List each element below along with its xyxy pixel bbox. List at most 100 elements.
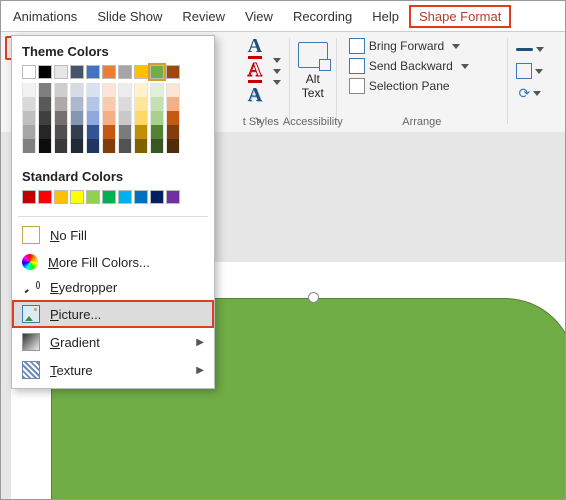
color-swatch[interactable] bbox=[166, 139, 180, 153]
color-swatch[interactable] bbox=[166, 125, 180, 139]
color-swatch[interactable] bbox=[134, 65, 148, 79]
color-swatch[interactable] bbox=[102, 97, 116, 111]
color-swatch[interactable] bbox=[118, 97, 132, 111]
color-swatch[interactable] bbox=[150, 111, 164, 125]
color-swatch[interactable] bbox=[70, 125, 84, 139]
dialog-launcher-icon[interactable]: ↘ bbox=[254, 115, 262, 126]
color-swatch[interactable] bbox=[118, 83, 132, 97]
eyedropper-item[interactable]: Eyedropper bbox=[12, 275, 214, 300]
tab-animations[interactable]: Animations bbox=[3, 5, 87, 28]
chevron-down-icon[interactable] bbox=[273, 58, 281, 63]
color-swatch[interactable] bbox=[150, 125, 164, 139]
color-swatch[interactable] bbox=[118, 190, 132, 204]
color-swatch[interactable] bbox=[70, 97, 84, 111]
color-swatch[interactable] bbox=[38, 83, 52, 97]
color-swatch[interactable] bbox=[134, 83, 148, 97]
color-swatch[interactable] bbox=[134, 190, 148, 204]
color-swatch[interactable] bbox=[22, 190, 36, 204]
color-swatch[interactable] bbox=[150, 83, 164, 97]
color-swatch[interactable] bbox=[102, 83, 116, 97]
color-swatch[interactable] bbox=[166, 190, 180, 204]
color-swatch[interactable] bbox=[54, 97, 68, 111]
color-swatch[interactable] bbox=[54, 65, 68, 79]
color-swatch[interactable] bbox=[102, 65, 116, 79]
tab-shape-format[interactable]: Shape Format bbox=[409, 5, 511, 28]
color-swatch[interactable] bbox=[134, 97, 148, 111]
align-button[interactable] bbox=[516, 38, 544, 60]
color-swatch[interactable] bbox=[150, 139, 164, 153]
color-swatch[interactable] bbox=[38, 65, 52, 79]
color-swatch[interactable] bbox=[102, 190, 116, 204]
color-swatch[interactable] bbox=[38, 190, 52, 204]
color-swatch[interactable] bbox=[22, 97, 36, 111]
color-swatch[interactable] bbox=[54, 83, 68, 97]
selection-pane-button[interactable]: Selection Pane bbox=[345, 76, 454, 96]
color-swatch[interactable] bbox=[22, 65, 36, 79]
color-swatch[interactable] bbox=[38, 139, 52, 153]
color-swatch[interactable] bbox=[150, 65, 164, 79]
color-swatch[interactable] bbox=[54, 125, 68, 139]
color-swatch[interactable] bbox=[86, 139, 100, 153]
texture-item[interactable]: Texture ▶ bbox=[12, 356, 214, 384]
no-fill-item[interactable]: No Fill bbox=[12, 221, 214, 249]
color-swatch[interactable] bbox=[70, 111, 84, 125]
color-swatch[interactable] bbox=[134, 111, 148, 125]
text-effects-button[interactable]: A bbox=[241, 84, 269, 106]
color-swatch[interactable] bbox=[102, 111, 116, 125]
more-fill-colors-item[interactable]: More Fill Colors... bbox=[12, 249, 214, 275]
bring-forward-button[interactable]: Bring Forward bbox=[345, 36, 464, 56]
color-swatch[interactable] bbox=[22, 83, 36, 97]
color-swatch[interactable] bbox=[86, 97, 100, 111]
tab-review[interactable]: Review bbox=[172, 5, 235, 28]
color-swatch[interactable] bbox=[134, 139, 148, 153]
chevron-down-icon[interactable] bbox=[273, 69, 281, 74]
color-swatch[interactable] bbox=[86, 190, 100, 204]
color-swatch[interactable] bbox=[150, 97, 164, 111]
picture-menu-item[interactable]: Picture... bbox=[12, 300, 214, 328]
color-swatch[interactable] bbox=[118, 65, 132, 79]
color-swatch[interactable] bbox=[54, 111, 68, 125]
tab-slide-show[interactable]: Slide Show bbox=[87, 5, 172, 28]
rotate-button[interactable]: ⟳ bbox=[516, 82, 544, 104]
color-swatch[interactable] bbox=[166, 65, 180, 79]
tab-recording[interactable]: Recording bbox=[283, 5, 362, 28]
group-button[interactable] bbox=[516, 60, 544, 82]
color-swatch[interactable] bbox=[38, 125, 52, 139]
tab-help[interactable]: Help bbox=[362, 5, 409, 28]
color-swatch[interactable] bbox=[118, 125, 132, 139]
color-swatch[interactable] bbox=[118, 139, 132, 153]
send-backward-button[interactable]: Send Backward bbox=[345, 56, 473, 76]
color-swatch[interactable] bbox=[86, 65, 100, 79]
gradient-item[interactable]: Gradient ▶ bbox=[12, 328, 214, 356]
tab-view[interactable]: View bbox=[235, 5, 283, 28]
chevron-down-icon bbox=[461, 64, 469, 69]
gradient-label: Gradient bbox=[50, 335, 100, 350]
color-swatch[interactable] bbox=[38, 111, 52, 125]
color-swatch[interactable] bbox=[134, 125, 148, 139]
color-swatch[interactable] bbox=[118, 111, 132, 125]
color-swatch[interactable] bbox=[70, 190, 84, 204]
text-fill-button[interactable]: A bbox=[241, 36, 269, 58]
color-swatch[interactable] bbox=[70, 83, 84, 97]
text-outline-button[interactable]: A bbox=[241, 60, 269, 82]
color-swatch[interactable] bbox=[86, 83, 100, 97]
selection-handle[interactable] bbox=[308, 292, 319, 303]
color-swatch[interactable] bbox=[70, 65, 84, 79]
color-swatch[interactable] bbox=[38, 97, 52, 111]
color-swatch[interactable] bbox=[166, 111, 180, 125]
color-swatch[interactable] bbox=[54, 190, 68, 204]
color-swatch[interactable] bbox=[22, 111, 36, 125]
color-swatch[interactable] bbox=[102, 125, 116, 139]
color-swatch[interactable] bbox=[86, 125, 100, 139]
color-swatch[interactable] bbox=[54, 139, 68, 153]
color-swatch[interactable] bbox=[166, 83, 180, 97]
color-swatch[interactable] bbox=[22, 125, 36, 139]
color-swatch[interactable] bbox=[86, 111, 100, 125]
color-swatch[interactable] bbox=[22, 139, 36, 153]
color-swatch[interactable] bbox=[166, 97, 180, 111]
color-swatch[interactable] bbox=[102, 139, 116, 153]
alt-text-button[interactable]: Alt Text bbox=[298, 42, 328, 100]
color-swatch[interactable] bbox=[70, 139, 84, 153]
chevron-down-icon[interactable] bbox=[273, 80, 281, 85]
color-swatch[interactable] bbox=[150, 190, 164, 204]
